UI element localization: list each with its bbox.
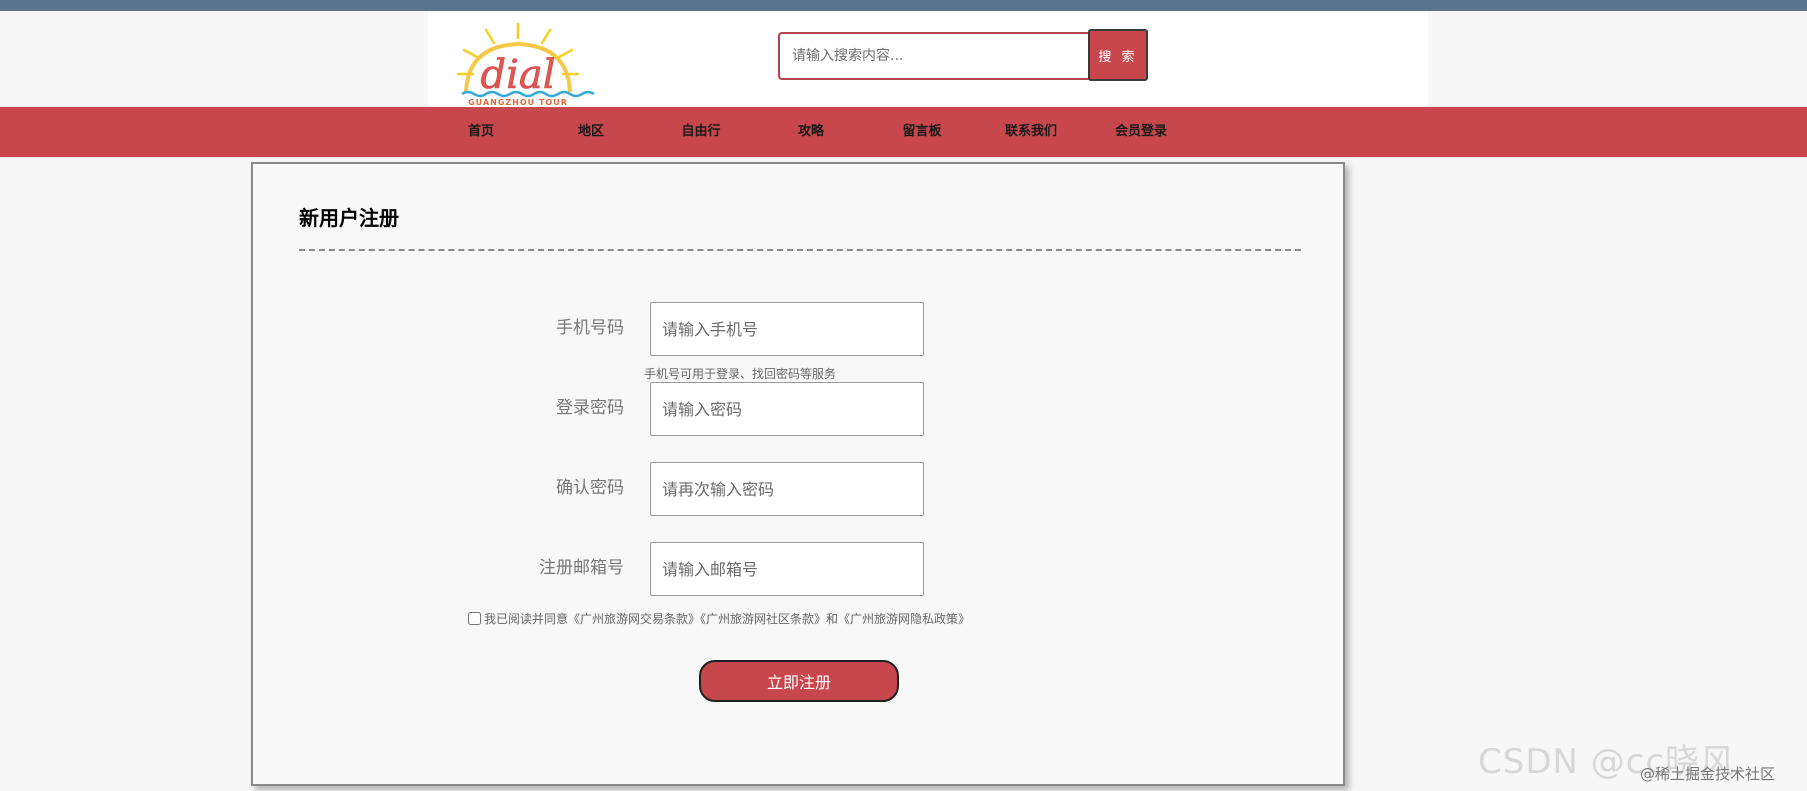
nav-item-member-login[interactable]: 会员登录 [1115, 107, 1167, 157]
logo-subtext: GUANGZHOU TOUR [468, 98, 568, 106]
agreement-text: 我已阅读并同意《广州旅游网交易条款》《广州旅游网社区条款》和《广州旅游网隐私政策… [484, 612, 971, 626]
password-label: 登录密码 [556, 398, 624, 418]
nav-item-guides[interactable]: 攻略 [798, 107, 824, 157]
phone-label: 手机号码 [556, 318, 624, 338]
nav-item-self-guided[interactable]: 自由行 [681, 107, 720, 157]
top-strip [0, 0, 1807, 11]
phone-hint: 手机号可用于登录、找回密码等服务 [644, 367, 837, 381]
header: dial GUANGZHOU TOUR 搜 索 [428, 11, 1428, 107]
email-input[interactable] [650, 542, 924, 596]
nav-item-home[interactable]: 首页 [468, 107, 494, 157]
site-logo[interactable]: dial GUANGZHOU TOUR [428, 16, 598, 106]
phone-input[interactable] [650, 302, 924, 356]
nav-item-contact-us[interactable]: 联系我们 [1005, 107, 1057, 157]
title-divider [299, 249, 1301, 251]
confirm-password-input[interactable] [650, 462, 924, 516]
watermark-sub: @稀土掘金技术社区 [1640, 765, 1776, 783]
registration-panel: 新用户注册 手机号码 手机号可用于登录、找回密码等服务 登录密码 确认密码 注册… [251, 162, 1345, 786]
search-input[interactable] [778, 32, 1092, 80]
password-input[interactable] [650, 382, 924, 436]
page-title: 新用户注册 [299, 206, 399, 230]
nav-item-message-board[interactable]: 留言板 [902, 107, 941, 157]
agreement-row: 我已阅读并同意《广州旅游网交易条款》《广州旅游网社区条款》和《广州旅游网隐私政策… [468, 610, 970, 627]
register-button[interactable]: 立即注册 [699, 660, 899, 702]
email-label: 注册邮箱号 [539, 558, 624, 578]
agreement-checkbox[interactable] [468, 612, 481, 625]
search-button[interactable]: 搜 索 [1088, 29, 1148, 81]
confirm-password-label: 确认密码 [556, 478, 624, 498]
main-navigation: 首页 地区 自由行 攻略 留言板 联系我们 会员登录 [0, 107, 1807, 157]
nav-item-region[interactable]: 地区 [578, 107, 604, 157]
